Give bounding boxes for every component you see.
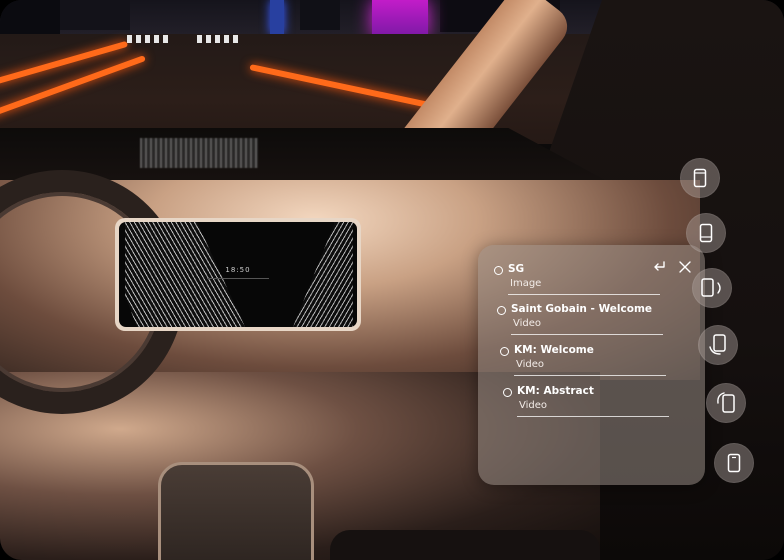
building [60, 0, 130, 30]
device-tilt-icon [699, 223, 713, 243]
panel-actions [651, 259, 693, 275]
crosswalk [197, 35, 241, 43]
device-icon [693, 168, 707, 188]
neon-sign [372, 0, 428, 36]
media-item-title: KM: Abstract [517, 385, 594, 397]
media-item-title: SG [508, 263, 525, 275]
seat [158, 462, 314, 560]
device-rotate-left-button[interactable] [706, 383, 746, 423]
media-item-type: Video [519, 400, 548, 411]
device-rotate-right-icon [701, 278, 721, 297]
radio-button[interactable] [503, 388, 512, 397]
device-button[interactable] [680, 158, 720, 198]
neon-sign [270, 0, 284, 34]
wallpaper-art [125, 222, 245, 327]
device-rotate-left-icon [717, 392, 735, 413]
device-tilt-button[interactable] [686, 213, 726, 253]
building [300, 0, 340, 30]
device-rotate-down-button[interactable] [698, 325, 738, 365]
wallpaper-art [293, 222, 353, 327]
divider [508, 294, 660, 295]
radio-button[interactable] [500, 347, 509, 356]
media-item-title: KM: Welcome [514, 344, 594, 356]
clock-time: 18:50 [225, 266, 251, 274]
device-rotate-down-icon [709, 334, 726, 355]
divider [517, 416, 669, 417]
back-icon[interactable] [651, 259, 667, 275]
media-item-type: Video [516, 359, 545, 370]
building [0, 0, 60, 34]
radio-button[interactable] [497, 306, 506, 315]
device-small-button[interactable] [714, 443, 754, 483]
media-panel: SG Image Saint Gobain - Welcome Video KM… [478, 245, 705, 485]
media-item-title: Saint Gobain - Welcome [511, 303, 653, 315]
divider [514, 375, 666, 376]
device-rotate-right-button[interactable] [692, 268, 732, 308]
media-item-type: Video [513, 318, 542, 329]
crosswalk [127, 35, 171, 43]
divider [207, 278, 269, 279]
seat [330, 530, 600, 560]
radio-button[interactable] [494, 266, 503, 275]
device-small-icon [727, 453, 741, 473]
close-icon[interactable] [677, 259, 693, 275]
media-item-type: Image [510, 278, 542, 289]
vent [140, 138, 258, 168]
divider [511, 334, 663, 335]
viewport: 18:50 SG Image Saint Gobain - Welcome Vi… [0, 0, 784, 560]
center-display[interactable]: 18:50 [115, 218, 361, 331]
display-screen: 18:50 [119, 222, 357, 327]
